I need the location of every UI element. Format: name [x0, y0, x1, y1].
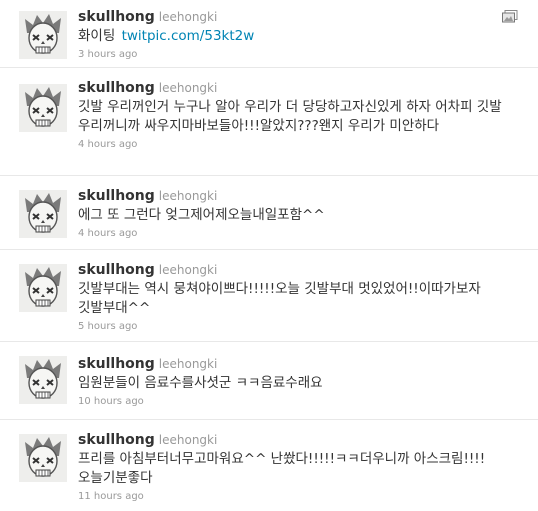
avatar[interactable]	[19, 264, 67, 312]
timestamp[interactable]: 5 hours ago	[78, 321, 530, 332]
full-name: leehongki	[158, 433, 218, 447]
avatar[interactable]	[19, 11, 67, 59]
screen-name[interactable]: skullhong	[78, 80, 155, 96]
tweet-item: skullhong leehongki 프리를 아침부터너무고마워요^^ 난쐈다!…	[0, 420, 538, 511]
screen-name[interactable]: skullhong	[78, 188, 155, 204]
tweet-item: skullhong leehongki 깃발 우리꺼인거 누구나 알아 우리가 더…	[0, 68, 538, 176]
tweet-item: skullhong leehongki 화이팅 twitpic.com/53kt2…	[0, 0, 538, 68]
avatar[interactable]	[19, 190, 67, 238]
tweet-item: skullhong leehongki 깃발부대는 역시 뭉쳐야이쁘다!!!!!오…	[0, 250, 538, 342]
timeline: skullhong leehongki 화이팅 twitpic.com/53kt2…	[0, 0, 538, 511]
screen-name[interactable]: skullhong	[78, 432, 155, 448]
screen-name[interactable]: skullhong	[78, 356, 155, 372]
skull-avatar-image	[19, 84, 67, 132]
avatar[interactable]	[19, 434, 67, 482]
tweet-item: skullhong leehongki 에그 또 그런다 엊그제어제오늘내일포함^…	[0, 176, 538, 250]
timestamp[interactable]: 3 hours ago	[78, 49, 530, 60]
skull-avatar-image	[19, 11, 67, 59]
tweet-text: 임원분들이 음료수를사셧군 ㅋㅋ음료수래요	[78, 375, 323, 391]
timestamp[interactable]: 4 hours ago	[78, 139, 530, 150]
full-name: leehongki	[158, 263, 218, 277]
timestamp[interactable]: 4 hours ago	[78, 228, 530, 239]
full-name: leehongki	[158, 10, 218, 24]
tweet-text: 화이팅 twitpic.com/53kt2w	[78, 27, 530, 46]
tweet-text: 프리를 아침부터너무고마워요^^ 난쐈다!!!!!ㅋㅋ더우니까 아스크림!!!!…	[78, 451, 486, 486]
screen-name[interactable]: skullhong	[78, 262, 155, 278]
skull-avatar-image	[19, 356, 67, 404]
gallery-icon[interactable]	[502, 10, 518, 23]
avatar[interactable]	[19, 84, 67, 132]
skull-avatar-image	[19, 264, 67, 312]
tweet-text: 깃발 우리꺼인거 누구나 알아 우리가 더 당당하고자신있게 하자 어차피 깃발…	[78, 99, 502, 134]
timestamp[interactable]: 11 hours ago	[78, 491, 530, 502]
avatar[interactable]	[19, 356, 67, 404]
full-name: leehongki	[158, 357, 218, 371]
tweet-text-body: 화이팅	[78, 28, 116, 44]
screen-name[interactable]: skullhong	[78, 9, 155, 25]
tweet-text: 에그 또 그런다 엊그제어제오늘내일포함^^	[78, 207, 325, 223]
tweet-item: skullhong leehongki 임원분들이 음료수를사셧군 ㅋㅋ음료수래요…	[0, 342, 538, 420]
skull-avatar-image	[19, 190, 67, 238]
full-name: leehongki	[158, 189, 218, 203]
timestamp[interactable]: 10 hours ago	[78, 396, 530, 407]
skull-avatar-image	[19, 434, 67, 482]
tweet-link[interactable]: twitpic.com/53kt2w	[122, 28, 255, 44]
full-name: leehongki	[158, 81, 218, 95]
tweet-text: 깃발부대는 역시 뭉쳐야이쁘다!!!!!오늘 깃발부대 멋있었어!!이따가보자 …	[78, 281, 481, 316]
